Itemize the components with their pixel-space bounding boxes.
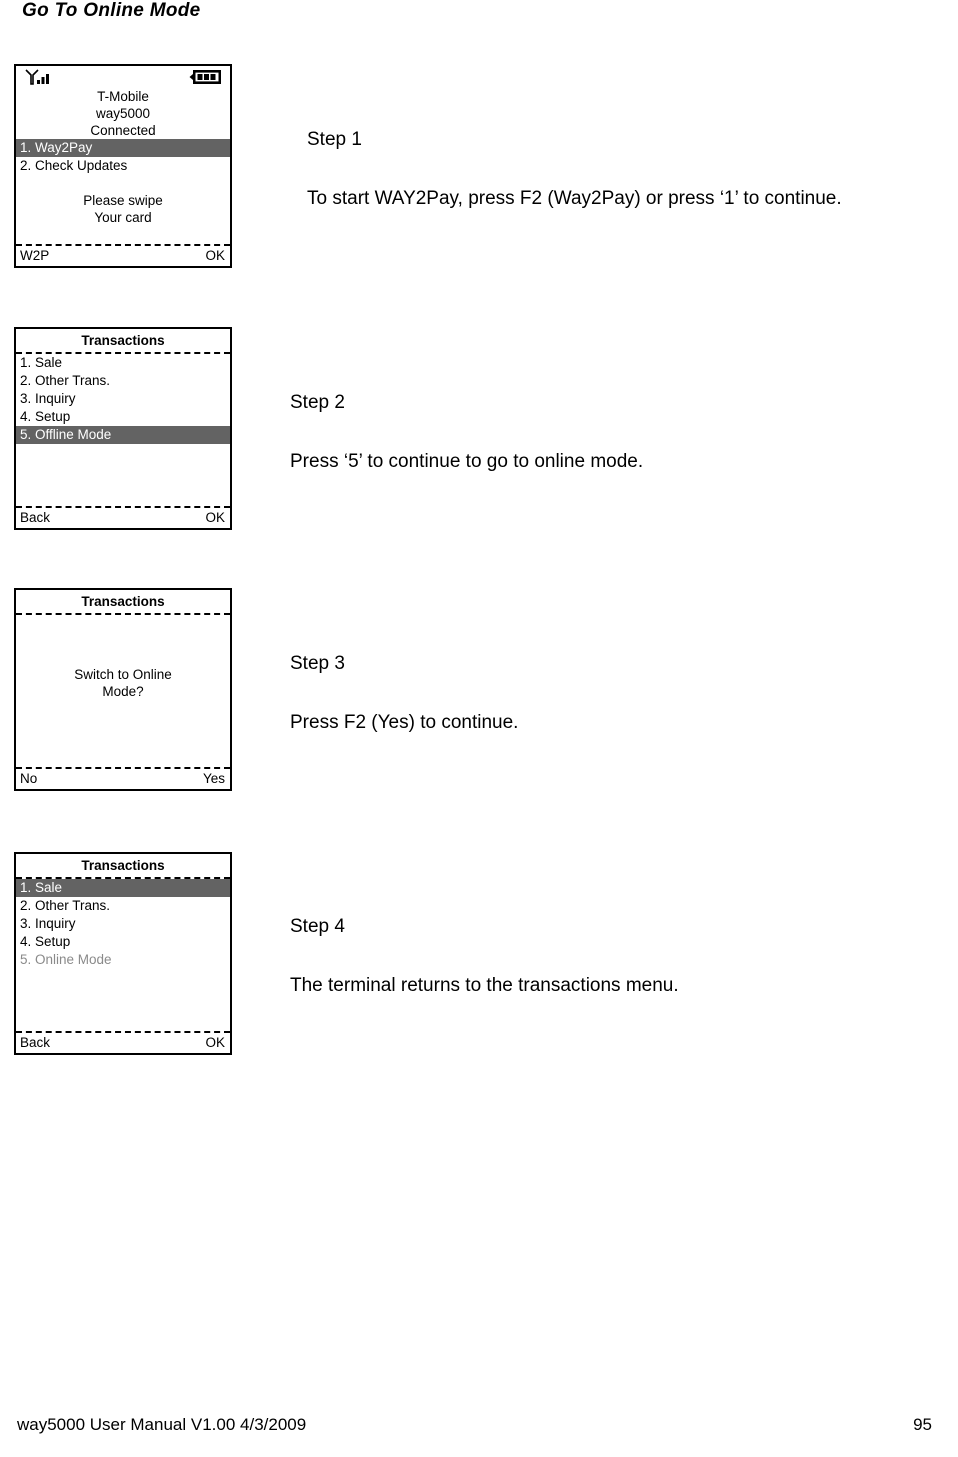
screen-4-body: 1. Sale 2. Other Trans. 3. Inquiry 4. Se… [16, 878, 230, 1032]
softkey-right-ok[interactable]: OK [205, 508, 225, 528]
connection-status-line: Connected [90, 123, 156, 138]
device-name-line: way5000 [95, 106, 151, 121]
menu-item-offline-mode[interactable]: 5. Offline Mode [16, 425, 230, 444]
step-4-block: Step 4 The terminal returns to the trans… [290, 915, 679, 998]
status-bar [16, 66, 230, 88]
battery-icon [189, 70, 221, 84]
confirm-line-1: Switch to Online [74, 666, 172, 682]
prompt-line-2: Your card [94, 210, 152, 225]
menu-item-sale[interactable]: 1. Sale [16, 878, 230, 897]
menu-item-other-trans[interactable]: 2. Other Trans. [16, 897, 230, 915]
screen-4-title: Transactions [81, 858, 165, 873]
menu-item-way2pay[interactable]: 1. Way2Pay [16, 139, 230, 157]
screen-2-body: 1. Sale 2. Other Trans. 3. Inquiry 4. Se… [16, 354, 230, 507]
terminal-screen-4: Transactions 1. Sale 2. Other Trans. 3. … [14, 852, 232, 1055]
menu-item-sale[interactable]: 1. Sale [16, 354, 230, 372]
terminal-screen-1: T-Mobile way5000 Connected 1. Way2Pay 2.… [14, 64, 232, 268]
softkey-right-ok[interactable]: OK [205, 246, 225, 266]
softkey-left-no[interactable]: No [20, 769, 37, 789]
step-2-text: Press ‘5’ to continue to go to online mo… [290, 451, 644, 472]
step-2-label: Step 2 [290, 392, 345, 413]
step-4-label: Step 4 [290, 916, 345, 937]
terminal-screen-2: Transactions 1. Sale 2. Other Trans. 3. … [14, 327, 232, 530]
step-1-label: Step 1 [307, 129, 362, 150]
prompt-line-1: Please swipe [83, 193, 163, 208]
softkey-bar: Back OK [16, 1033, 230, 1053]
step-3-text: Press F2 (Yes) to continue. [290, 712, 519, 733]
screen-3-body: Switch to Online Mode? [16, 615, 230, 768]
signal-bars-icon [25, 69, 49, 85]
menu-item-check-updates[interactable]: 2. Check Updates [16, 157, 230, 175]
softkey-bar: Back OK [16, 508, 230, 528]
step-2-block: Step 2 Press ‘5’ to continue to go to on… [290, 391, 643, 474]
softkey-left-back[interactable]: Back [20, 1033, 50, 1053]
screen-2-title: Transactions [81, 333, 165, 348]
softkey-left-back[interactable]: Back [20, 508, 50, 528]
menu-item-inquiry[interactable]: 3. Inquiry [16, 915, 230, 933]
softkey-right-yes[interactable]: Yes [203, 769, 225, 789]
page-title: Go To Online Mode [22, 0, 201, 21]
step-3-label: Step 3 [290, 653, 345, 674]
menu-item-setup[interactable]: 4. Setup [16, 408, 230, 426]
carrier-line: T-Mobile [97, 89, 149, 104]
softkey-bar: No Yes [16, 769, 230, 789]
confirm-line-2: Mode? [102, 683, 144, 699]
softkey-right-ok[interactable]: OK [205, 1033, 225, 1053]
step-4-text: The terminal returns to the transactions… [290, 975, 679, 996]
step-1-text: To start WAY2Pay, press F2 (Way2Pay) or … [307, 188, 842, 209]
screen-3-title: Transactions [81, 594, 165, 609]
footer-manual-info: way5000 User Manual V1.00 4/3/2009 [17, 1415, 307, 1434]
footer-page-number: 95 [913, 1415, 932, 1434]
menu-item-setup[interactable]: 4. Setup [16, 933, 230, 951]
menu-item-online-mode[interactable]: 5. Online Mode [16, 951, 230, 969]
screen-1-body: T-Mobile way5000 Connected 1. Way2Pay 2.… [16, 88, 230, 244]
menu-item-other-trans[interactable]: 2. Other Trans. [16, 372, 230, 390]
menu-item-inquiry[interactable]: 3. Inquiry [16, 390, 230, 408]
step-3-block: Step 3 Press F2 (Yes) to continue. [290, 652, 518, 735]
softkey-bar: W2P OK [16, 246, 230, 266]
softkey-left-w2p[interactable]: W2P [20, 246, 49, 266]
terminal-screen-3: Transactions Switch to Online Mode? No Y… [14, 588, 232, 791]
step-1-block: Step 1 To start WAY2Pay, press F2 (Way2P… [307, 128, 842, 211]
